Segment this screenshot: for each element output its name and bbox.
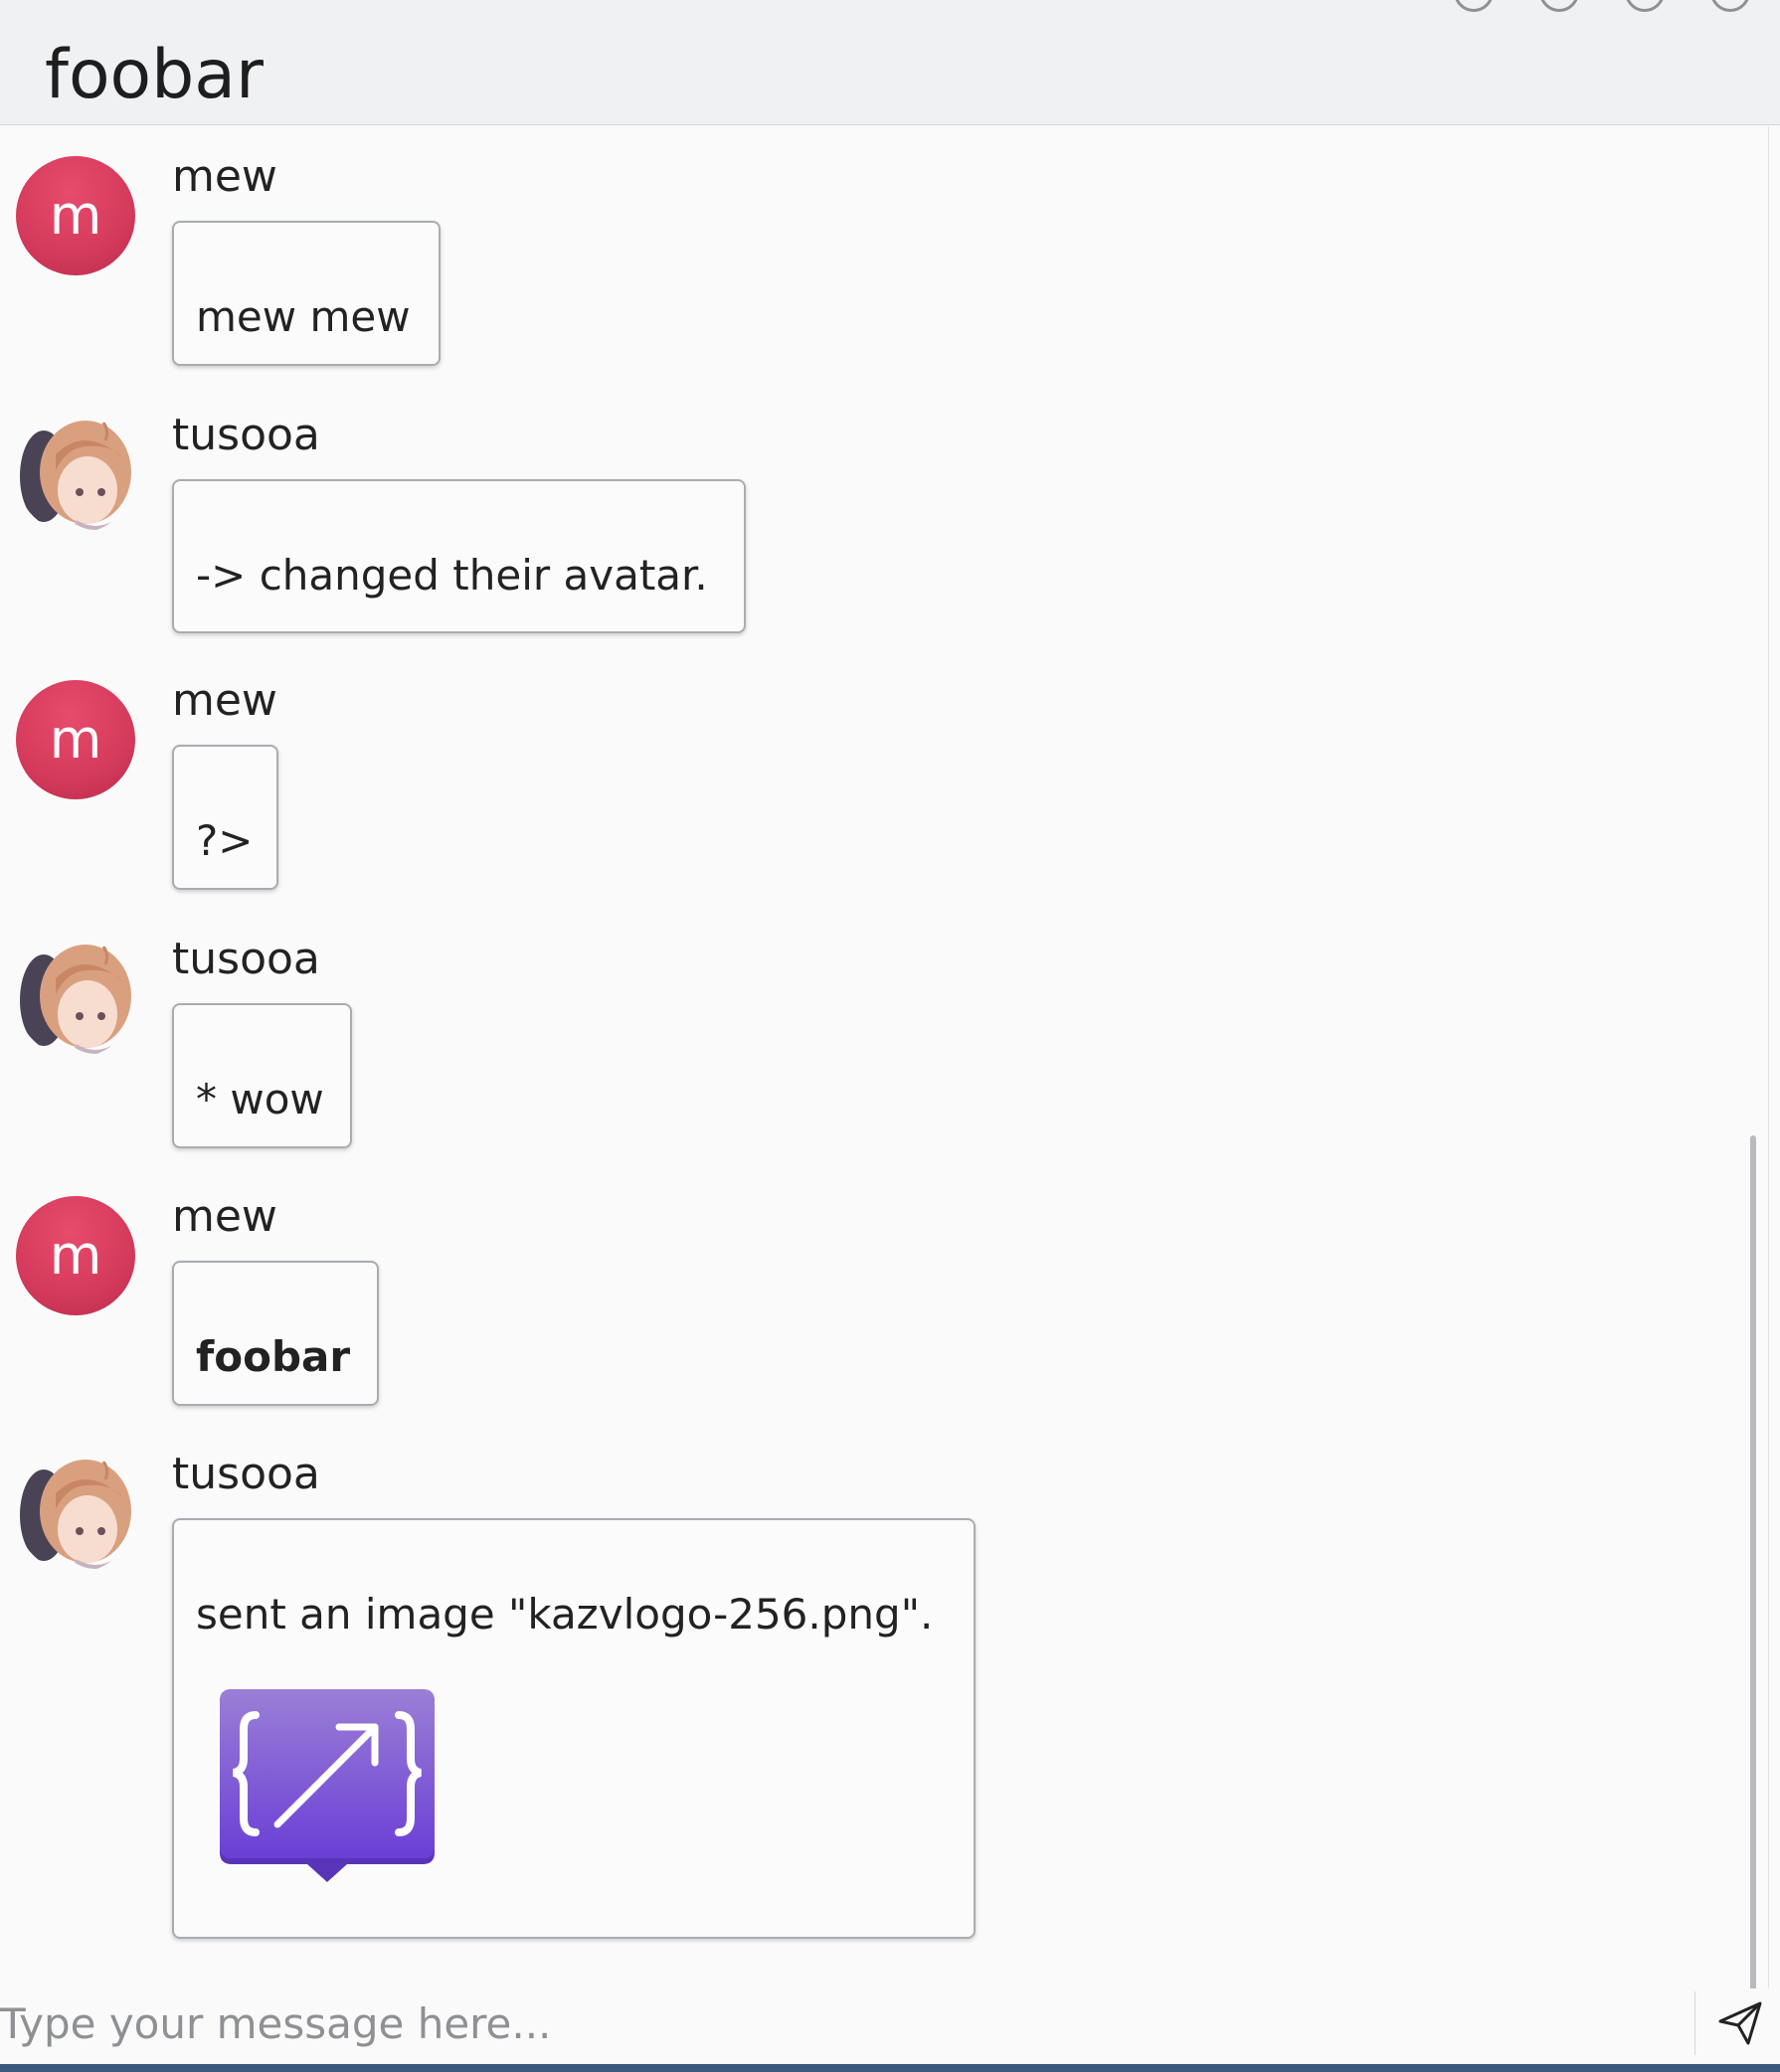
- avatar[interactable]: [16, 415, 135, 534]
- timeline-scrollbar[interactable]: [1750, 1135, 1756, 1988]
- sender-name[interactable]: tusooa: [172, 934, 320, 985]
- anime-avatar-icon: [16, 939, 135, 1058]
- sender-name[interactable]: mew: [172, 151, 277, 203]
- kazv-logo-image: [220, 1689, 435, 1882]
- message-text: * wow: [196, 1075, 324, 1123]
- message-text: ?>: [196, 816, 254, 865]
- message-bubble[interactable]: foobar: [172, 1261, 379, 1406]
- control-icon[interactable]: [1454, 0, 1494, 12]
- message-text: mew mew: [196, 292, 411, 341]
- sender-name[interactable]: mew: [172, 1191, 277, 1243]
- avatar[interactable]: [16, 939, 135, 1058]
- message-text: -> changed their avatar.: [196, 551, 708, 600]
- chat-window: foobar m mew mew mew tusooa -> changed t…: [0, 0, 1780, 2072]
- message-bubble[interactable]: mew mew: [172, 221, 441, 366]
- message-bubble[interactable]: * wow: [172, 1003, 352, 1148]
- image-attachment[interactable]: [220, 1689, 435, 1888]
- control-icon[interactable]: [1625, 0, 1665, 12]
- avatar[interactable]: m: [16, 680, 135, 799]
- message-timeline[interactable]: m mew mew mew tusooa -> changed their av…: [0, 126, 1769, 1988]
- sender-name[interactable]: tusooa: [172, 410, 320, 461]
- send-paper-plane-icon: [1718, 2001, 1762, 2045]
- message-text: foobar: [196, 1332, 351, 1381]
- message-bubble[interactable]: ?>: [172, 745, 278, 890]
- anime-avatar-icon: [16, 415, 135, 534]
- avatar[interactable]: m: [16, 1196, 135, 1315]
- room-header: foobar: [0, 0, 1780, 125]
- avatar[interactable]: m: [16, 156, 135, 275]
- header-controls: [1454, 0, 1750, 12]
- anime-avatar-icon: [16, 1454, 135, 1573]
- sender-name[interactable]: tusooa: [172, 1449, 320, 1500]
- room-title: foobar: [45, 36, 264, 114]
- message-bubble[interactable]: -> changed their avatar.: [172, 479, 746, 633]
- avatar[interactable]: [16, 1454, 135, 1573]
- sender-name[interactable]: mew: [172, 675, 277, 727]
- send-button[interactable]: [1712, 1995, 1768, 2051]
- message-bubble[interactable]: sent an image "kazvlogo-256.png".: [172, 1518, 976, 1939]
- control-icon[interactable]: [1539, 0, 1579, 12]
- message-text: sent an image "kazvlogo-256.png".: [196, 1590, 934, 1639]
- control-icon[interactable]: [1710, 0, 1750, 12]
- message-input[interactable]: [0, 1991, 1695, 2055]
- message-composer: [0, 1991, 1780, 2061]
- status-bar: [0, 2064, 1780, 2072]
